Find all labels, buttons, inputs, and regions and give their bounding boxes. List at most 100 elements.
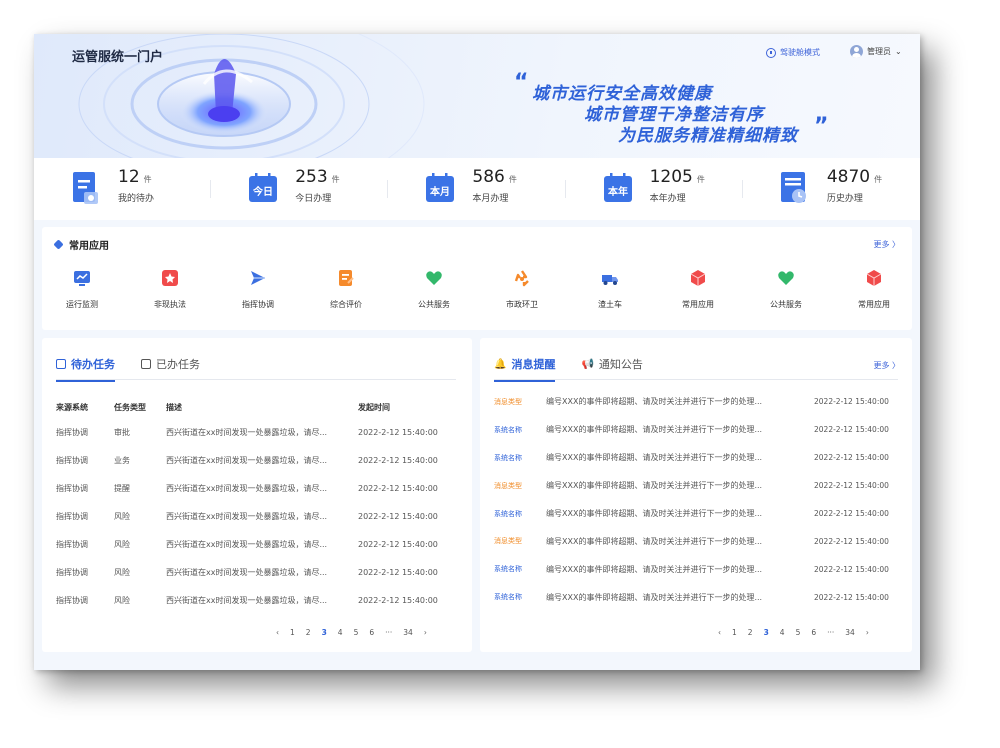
evaluate-icon (339, 270, 354, 286)
page-number[interactable]: 2 (306, 628, 311, 637)
calendar-badge-text: 本月 (430, 185, 450, 198)
table-header-row: 来源系统 任务类型 描述 发起时间 (56, 396, 458, 418)
heart-icon (778, 271, 794, 285)
table-cell: 指挥协调 (56, 595, 88, 605)
page-number[interactable]: 1 (732, 628, 737, 637)
table-row[interactable]: 指挥协调 风险 西兴街道在xx时间发现一处暴露垃圾，请尽... 2022-2-12 1… (56, 502, 458, 530)
stat-value: 12 件 (118, 167, 152, 187)
page-number[interactable]: 34 (845, 628, 855, 637)
table-cell: 西兴街道在xx时间发现一处暴露垃圾，请尽... (166, 539, 328, 549)
next-page-button[interactable]: › (424, 628, 427, 637)
app-sanitation[interactable]: 市政环卫 (487, 269, 557, 310)
app-label: 常用应用 (858, 300, 890, 309)
table-cell: 2022-2-12 15:40:00 (358, 511, 438, 521)
table-cell: 风险 (114, 595, 130, 605)
table-row[interactable]: 指挥协调 审批 西兴街道在xx时间发现一处暴露垃圾，请尽... 2022-2-12 1… (56, 418, 458, 446)
prev-page-button[interactable]: ‹ (276, 628, 279, 637)
message-time: 2022-2-12 15:40:00 (814, 397, 889, 407)
stat-history[interactable]: 4870 件 历史办理 (743, 158, 920, 220)
app-evaluate[interactable]: 综合评价 (311, 269, 381, 310)
page-number[interactable]: 34 (403, 628, 413, 637)
page-number[interactable]: 4 (780, 628, 785, 637)
slogan-line-3: 为民服务精准精细精致 (618, 126, 798, 146)
tab-todo-tasks[interactable]: 待办任务 (56, 356, 115, 382)
apps-more-link[interactable]: 更多 〉 (873, 239, 900, 250)
app-muck-truck[interactable]: 渣土车 (575, 269, 645, 310)
table-cell: 指挥协调 (56, 483, 88, 493)
stat-today[interactable]: 今日 253 件 今日办理 (211, 158, 389, 220)
app-label: 指挥协调 (242, 300, 274, 309)
table-cell: 西兴街道在xx时间发现一处暴露垃圾，请尽... (166, 483, 328, 493)
messages-panel: 🔔 消息提醒 📢 通知公告 更多 〉 消息类型 编号XXX的事件即将超期、请及时关… (480, 338, 912, 652)
page-number[interactable]: 4 (338, 628, 343, 637)
page-number[interactable]: ··· (827, 628, 834, 637)
app-law[interactable]: 非现执法 (135, 269, 205, 310)
next-page-button[interactable]: › (866, 628, 869, 637)
app-public-service-2[interactable]: 公共服务 (751, 269, 821, 310)
message-row[interactable]: 消息类型 编号XXX的事件即将超期、请及时关注并进行下一步的处理... 2022-2… (494, 472, 889, 500)
app-dispatch[interactable]: 指挥协调 (223, 269, 293, 310)
app-public-service[interactable]: 公共服务 (399, 269, 469, 310)
common-apps-panel: 常用应用 更多 〉 运行监测 非现执法 指挥协调 综合评价 公共服务 市政环卫 (42, 227, 912, 330)
message-row[interactable]: 系统名称 编号XXX的事件即将超期、请及时关注并进行下一步的处理... 2022-2… (494, 416, 889, 444)
doc-icon (73, 172, 98, 204)
table-row[interactable]: 指挥协调 风险 西兴街道在xx时间发现一处暴露垃圾，请尽... 2022-2-12 1… (56, 558, 458, 586)
message-tag: 系统名称 (494, 593, 522, 602)
page-number[interactable]: 5 (796, 628, 801, 637)
table-cell: 2022-2-12 15:40:00 (358, 567, 438, 577)
app-monitor[interactable]: 运行监测 (47, 269, 117, 310)
page-number[interactable]: 1 (290, 628, 295, 637)
stat-my-todo[interactable]: 12 件 我的待办 (34, 158, 212, 220)
app-common-2[interactable]: 常用应用 (839, 269, 909, 310)
message-row[interactable]: 系统名称 编号XXX的事件即将超期、请及时关注并进行下一步的处理... 2022-2… (494, 500, 889, 528)
stat-year[interactable]: 本年 1205 件 本年办理 (566, 158, 743, 220)
table-cell: 2022-2-12 15:40:00 (358, 455, 438, 465)
stat-month[interactable]: 本月 586 件 本月办理 (388, 158, 566, 220)
table-cell: 2022-2-12 15:40:00 (358, 427, 438, 437)
message-time: 2022-2-12 15:40:00 (814, 425, 889, 435)
page-number[interactable]: 6 (369, 628, 374, 637)
page-number[interactable]: 2 (748, 628, 753, 637)
stat-label: 本月办理 (472, 194, 509, 204)
app-common-1[interactable]: 常用应用 (663, 269, 733, 310)
message-tag: 系统名称 (494, 509, 522, 518)
message-row[interactable]: 系统名称 编号XXX的事件即将超期、请及时关注并进行下一步的处理... 2022-2… (494, 583, 889, 611)
prev-page-button[interactable]: ‹ (718, 628, 721, 637)
message-tag: 系统名称 (494, 565, 522, 574)
table-row[interactable]: 指挥协调 提醒 西兴街道在xx时间发现一处暴露垃圾，请尽... 2022-2-12 1… (56, 474, 458, 502)
message-row[interactable]: 系统名称 编号XXX的事件即将超期、请及时关注并进行下一步的处理... 2022-2… (494, 444, 889, 472)
table-cell: 2022-2-12 15:40:00 (358, 595, 438, 605)
tab-label: 待办任务 (71, 358, 115, 371)
table-row[interactable]: 指挥协调 业务 西兴街道在xx时间发现一处暴露垃圾，请尽... 2022-2-12 1… (56, 446, 458, 474)
message-time: 2022-2-12 15:40:00 (814, 453, 889, 463)
message-tag: 系统名称 (494, 425, 522, 434)
cube-icon (866, 270, 882, 286)
cockpit-mode-button[interactable]: 驾驶舱模式 (766, 47, 820, 58)
message-row[interactable]: 消息类型 编号XXX的事件即将超期、请及时关注并进行下一步的处理... 2022-2… (494, 388, 889, 416)
message-time: 2022-2-12 15:40:00 (814, 509, 889, 518)
page-number[interactable]: ··· (385, 628, 392, 637)
app-label: 公共服务 (418, 300, 450, 309)
app-label: 渣土车 (598, 300, 622, 309)
tab-done-tasks[interactable]: 已办任务 (141, 356, 200, 381)
table-row[interactable]: 指挥协调 风险 西兴街道在xx时间发现一处暴露垃圾，请尽... 2022-2-12 1… (56, 530, 458, 558)
tab-announcements[interactable]: 📢 通知公告 (581, 356, 642, 381)
tab-divider (494, 379, 898, 380)
page-number[interactable]: 3 (322, 628, 327, 637)
tab-divider (56, 379, 456, 380)
table-cell: 西兴街道在xx时间发现一处暴露垃圾，请尽... (166, 567, 328, 577)
message-text: 编号XXX的事件即将超期、请及时关注并进行下一步的处理... (546, 481, 763, 491)
tab-message-reminders[interactable]: 🔔 消息提醒 (494, 356, 556, 382)
user-menu[interactable]: 管理员 ⌄ (850, 45, 902, 58)
cockpit-mode-label: 驾驶舱模式 (780, 48, 820, 57)
page-number[interactable]: 5 (354, 628, 359, 637)
message-row[interactable]: 系统名称 编号XXX的事件即将超期、请及时关注并进行下一步的处理... 2022-2… (494, 555, 889, 583)
message-row[interactable]: 消息类型 编号XXX的事件即将超期、请及时关注并进行下一步的处理... 2022-2… (494, 527, 889, 555)
page-number[interactable]: 3 (764, 628, 769, 637)
tasks-pagination: ‹ 1 2 3 4 5 6 ··· 34 › (276, 628, 427, 637)
dispatch-icon (251, 271, 265, 285)
messages-more-link[interactable]: 更多 〉 (873, 360, 900, 371)
table-cell: 指挥协调 (56, 539, 88, 549)
table-row[interactable]: 指挥协调 风险 西兴街道在xx时间发现一处暴露垃圾，请尽... 2022-2-12 1… (56, 586, 458, 614)
page-number[interactable]: 6 (811, 628, 816, 637)
